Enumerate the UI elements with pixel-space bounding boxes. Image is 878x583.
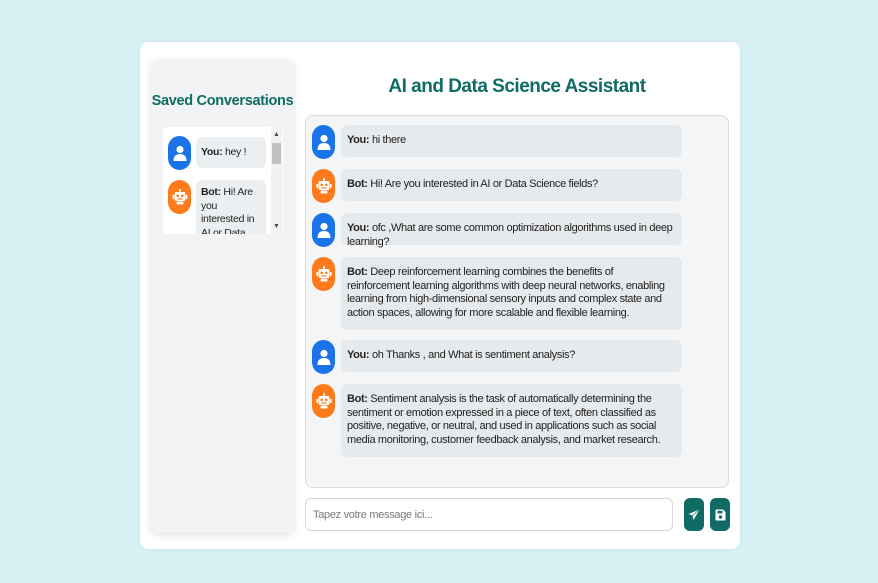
message-bubble: Bot: Hi! Are you interested in AI or Dat… [341, 169, 682, 201]
sender-label: Bot: [201, 186, 221, 198]
chat-message-bot: Bot: Deep reinforcement learning combine… [312, 257, 682, 330]
message-bubble: Bot: Sentiment analysis is the task of a… [341, 384, 682, 457]
page-title: AI and Data Science Assistant [388, 76, 646, 97]
chat-message-bot: Bot: Sentiment analysis is the task of a… [312, 384, 682, 457]
robot-icon [316, 266, 331, 282]
sender-label: You: [201, 146, 223, 158]
bot-avatar [312, 169, 335, 203]
message-text: Deep reinforcement learning combines the… [347, 266, 665, 319]
chat-messages-area[interactable]: You: hi there Bot: Hi! Are you intereste… [305, 115, 729, 488]
user-avatar [312, 213, 335, 247]
message-text: hey ! [222, 146, 247, 158]
send-icon [688, 508, 700, 520]
user-icon [317, 134, 330, 150]
bot-avatar [168, 180, 191, 214]
saved-message-user[interactable]: You: hey ! [163, 136, 271, 170]
saved-conversations-list[interactable]: You: hey ! Bot: Hi! Are you interested i… [163, 127, 283, 234]
scroll-thumb[interactable] [272, 143, 281, 164]
robot-icon [316, 178, 331, 194]
sidebar-title: Saved Conversations [151, 93, 294, 109]
user-icon [317, 349, 330, 365]
user-icon [173, 145, 186, 161]
user-avatar [312, 340, 335, 374]
user-avatar [312, 125, 335, 159]
message-text: Sentiment analysis is the task of automa… [347, 393, 661, 446]
message-input[interactable] [305, 498, 673, 531]
saved-message-bubble: Bot: Hi! Are you interested in AI or Dat… [196, 180, 266, 234]
robot-icon [172, 189, 187, 205]
saved-message-bot[interactable]: Bot: Hi! Are you interested in AI or Dat… [163, 180, 271, 234]
user-icon [317, 222, 330, 238]
saved-list-scrollbar[interactable]: ▲ ▼ [271, 127, 282, 234]
message-bubble: Bot: Deep reinforcement learning combine… [341, 257, 682, 330]
saved-message-bubble: You: hey ! [196, 137, 266, 168]
message-text: oh Thanks , and What is sentiment analys… [369, 349, 575, 361]
sender-label: You: [347, 349, 370, 361]
message-text: Hi! Are you interested in AI or Data Sci… [367, 178, 598, 190]
scroll-down-arrow-icon[interactable]: ▼ [271, 222, 282, 232]
sender-label: Bot: [347, 266, 368, 278]
sender-label: You: [347, 134, 370, 146]
send-button[interactable] [684, 498, 704, 531]
message-bubble: You: ofc ,What are some common optimizat… [341, 213, 682, 248]
sidebar: Saved Conversations You: hey ! Bot: Hi! … [151, 59, 294, 533]
save-button[interactable] [710, 498, 730, 531]
bot-avatar [312, 257, 335, 291]
message-bubble: You: hi there [341, 125, 682, 157]
chat-message-bot: Bot: Hi! Are you interested in AI or Dat… [312, 169, 682, 203]
message-text: ofc ,What are some common optimization a… [347, 222, 673, 248]
sender-label: Bot: [347, 178, 368, 190]
chat-message-user: You: ofc ,What are some common optimizat… [312, 213, 682, 248]
message-text: hi there [369, 134, 406, 146]
chat-message-user: You: oh Thanks , and What is sentiment a… [312, 340, 682, 374]
sender-label: Bot: [347, 393, 368, 405]
message-bubble: You: oh Thanks , and What is sentiment a… [341, 340, 682, 372]
robot-icon [316, 393, 331, 409]
sender-label: You: [347, 222, 370, 234]
user-avatar [168, 136, 191, 170]
bot-avatar [312, 384, 335, 418]
chat-message-user: You: hi there [312, 125, 682, 159]
scroll-up-arrow-icon[interactable]: ▲ [271, 130, 282, 140]
save-icon [715, 509, 725, 520]
